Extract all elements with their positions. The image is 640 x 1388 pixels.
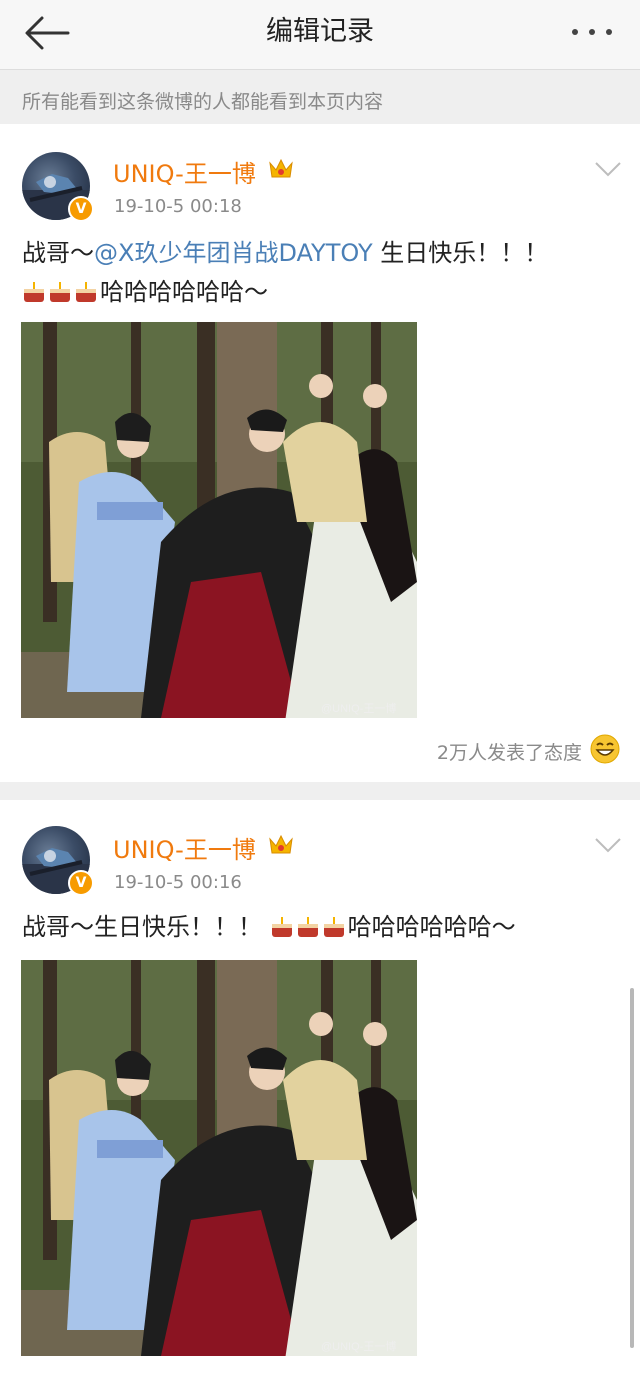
post-text-suffix: 生日快乐！！！: [372, 239, 549, 267]
post-photo[interactable]: @UNIQ-王一博: [21, 322, 417, 718]
post-card: V UNIQ-王一博 19-10-5 00:16 战哥～生日快乐！！！ 哈哈哈哈…: [0, 800, 640, 1388]
crown-vip-icon: [269, 158, 293, 178]
birthday-cake-icon: [297, 917, 318, 937]
post-timestamp: 19-10-5 00:16: [114, 872, 242, 893]
avatar[interactable]: V: [22, 152, 94, 222]
post-content: 战哥～生日快乐！！！ 哈哈哈哈哈哈～: [22, 908, 622, 947]
chevron-down-icon[interactable]: [594, 160, 622, 178]
post-text-prefix: 战哥～生日快乐！！！: [22, 913, 262, 941]
scrollbar[interactable]: [630, 988, 634, 1348]
crown-vip-icon: [269, 834, 293, 854]
mention-link[interactable]: @X玖少年团肖战DAYTOY: [94, 239, 373, 267]
chevron-down-icon[interactable]: [594, 836, 622, 854]
birthday-cake-icon: [76, 282, 96, 302]
post-photo[interactable]: @UNIQ-王一博: [21, 960, 417, 1356]
verified-badge: V: [68, 196, 94, 222]
post-text-line2: 哈哈哈哈哈哈～: [100, 278, 268, 306]
birthday-cake-icon: [50, 282, 70, 302]
post-text-prefix: 战哥～: [22, 239, 94, 267]
photo-watermark: @UNIQ-王一博: [321, 702, 396, 715]
post-content: 战哥～@X玖少年团肖战DAYTOY 生日快乐！！！ 哈哈哈哈哈哈～: [22, 234, 622, 312]
birthday-cake-icon: [24, 282, 44, 302]
post-card: V UNIQ-王一博 19-10-5 00:18 战哥～@X玖少年团肖战DAYT…: [0, 124, 640, 782]
page-title: 编辑记录: [266, 16, 374, 47]
photo-watermark: @UNIQ-王一博: [321, 1340, 396, 1353]
reactions-count[interactable]: 2万人发表了态度: [437, 738, 582, 765]
username-link[interactable]: UNIQ-王一博: [113, 830, 256, 865]
laugh-emoji-icon[interactable]: [590, 734, 620, 764]
birthday-cake-icon: [271, 917, 292, 937]
avatar[interactable]: V: [22, 826, 94, 896]
birthday-cake-icon: [323, 917, 344, 937]
username-link[interactable]: UNIQ-王一博: [113, 154, 256, 189]
visibility-notice: 所有能看到这条微博的人都能看到本页内容: [0, 71, 640, 123]
post-timestamp: 19-10-5 00:18: [114, 196, 242, 217]
verified-badge: V: [68, 870, 94, 896]
more-dots-icon[interactable]: [570, 22, 614, 42]
top-navigation-bar: 编辑记录: [0, 0, 640, 70]
post-text-suffix: 哈哈哈哈哈哈～: [347, 913, 516, 941]
